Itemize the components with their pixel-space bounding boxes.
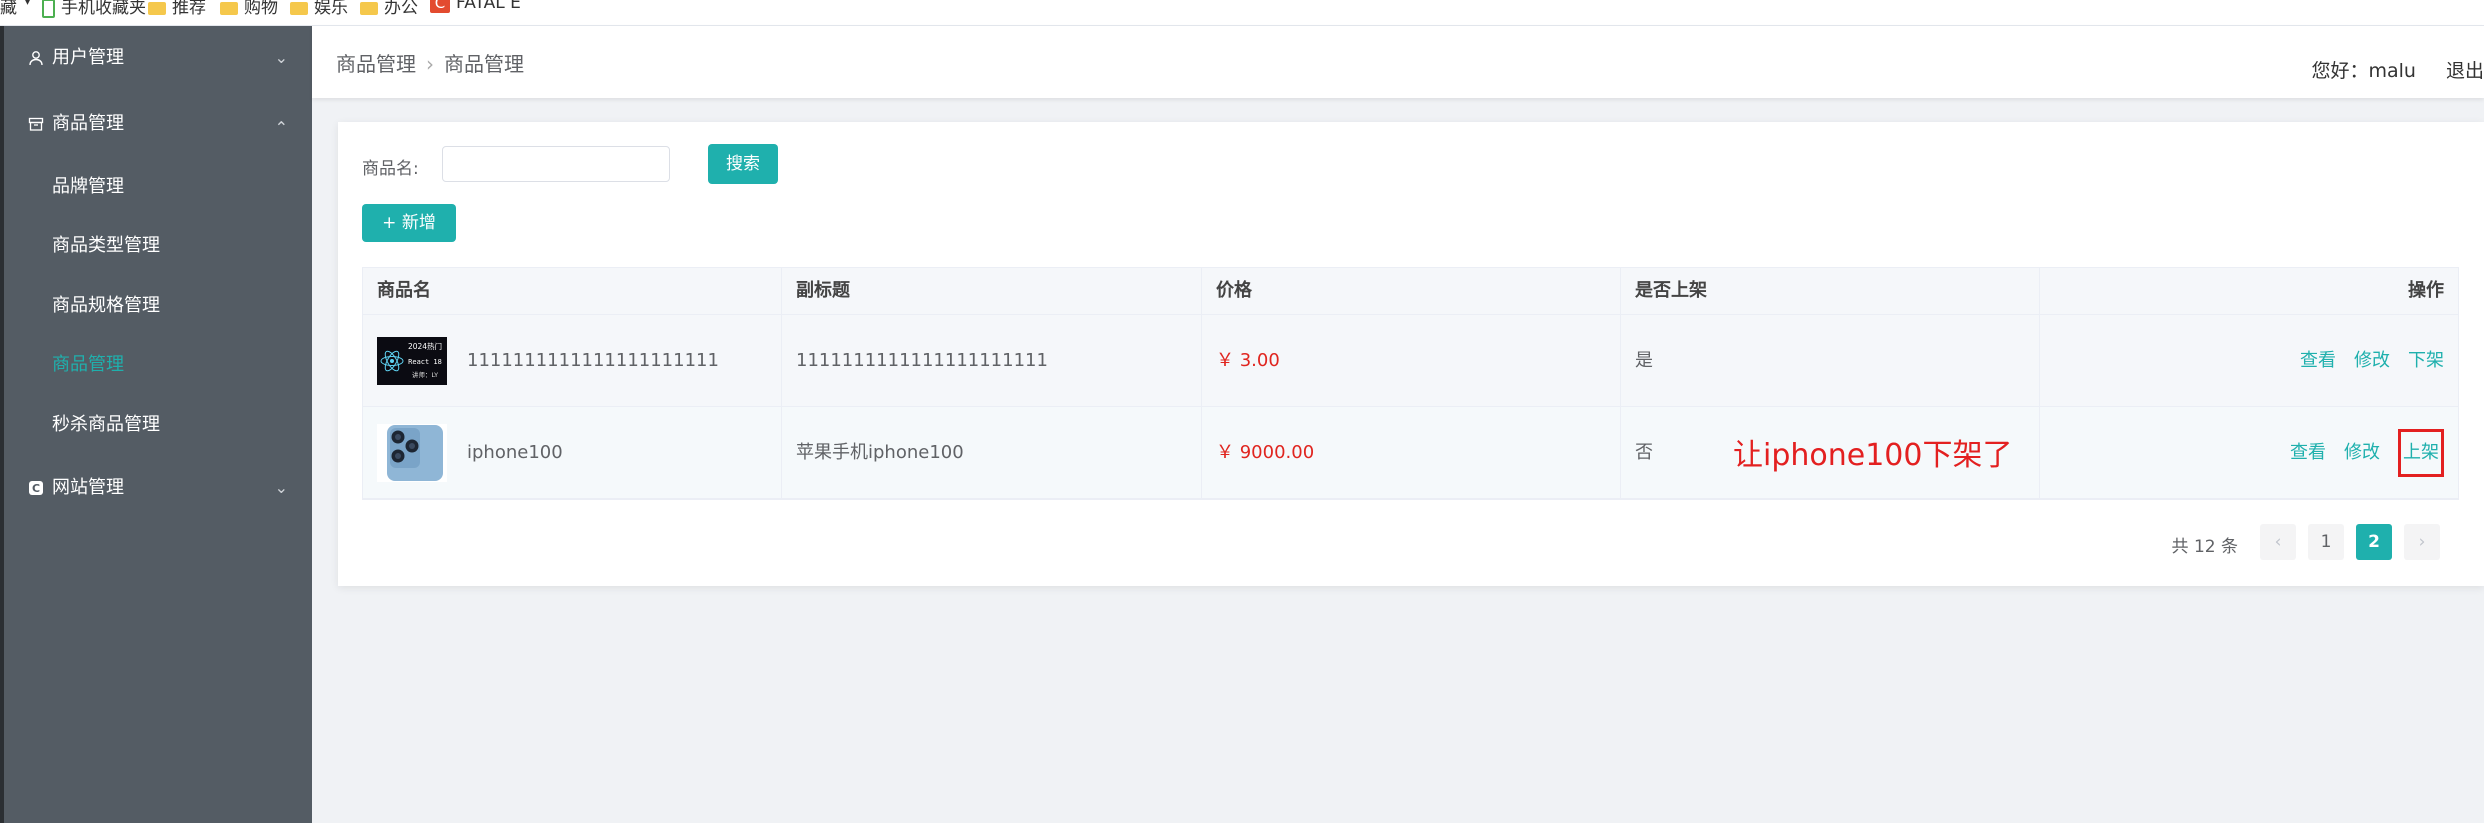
cell-price: ￥ 3.00 xyxy=(1202,315,1621,406)
view-link[interactable]: 查看 xyxy=(2290,442,2326,463)
cell-name: 2024热门 React 18 讲师：LY 111111111111111111… xyxy=(363,315,782,406)
bookmark-recommend[interactable]: 推荐 xyxy=(148,0,206,18)
menu-goods-management[interactable]: 商品管理 ⌃ xyxy=(4,96,312,152)
breadcrumb: 商品管理 › 商品管理 xyxy=(336,48,524,77)
column-header: 副标题 xyxy=(782,268,1202,314)
goods-table: 商品名 副标题 价格 是否上架 操作 2024热门 React 18 讲师：LY… xyxy=(362,267,2459,500)
website-icon: C xyxy=(29,481,43,495)
product-thumbnail: 2024热门 React 18 讲师：LY xyxy=(377,337,447,385)
box-icon xyxy=(28,117,44,131)
table-row: 2024热门 React 18 讲师：LY 111111111111111111… xyxy=(363,315,2458,407)
folder-icon xyxy=(220,1,238,15)
annotation-text: 让iphone100下架了 xyxy=(1733,438,2013,473)
view-link[interactable]: 查看 xyxy=(2300,350,2336,371)
add-button[interactable]: + 新增 xyxy=(362,204,456,242)
page-button-current[interactable]: 2 xyxy=(2356,524,2392,560)
page-button[interactable]: 1 xyxy=(2308,524,2344,560)
search-label: 商品名: xyxy=(362,159,419,179)
bookmarks-bar: 藏 ▾ 手机收藏夹 推荐 购物 娱乐 办公 C FATAL E xyxy=(0,0,2484,26)
sidebar-item-goods[interactable]: 商品管理 xyxy=(4,337,312,393)
breadcrumb-item[interactable]: 商品管理 xyxy=(336,52,416,76)
table-header: 商品名 副标题 价格 是否上架 操作 xyxy=(363,268,2458,315)
svg-text:2024热门: 2024热门 xyxy=(408,341,442,351)
bookmark-office[interactable]: 办公 xyxy=(360,0,418,18)
toggle-sale-link[interactable]: 上架 xyxy=(2398,429,2444,477)
folder-icon xyxy=(360,1,378,15)
edit-link[interactable]: 修改 xyxy=(2344,442,2380,463)
breadcrumb-item: 商品管理 xyxy=(444,52,524,76)
prev-page-button[interactable]: ‹ xyxy=(2260,524,2296,560)
column-header: 价格 xyxy=(1202,268,1621,314)
search-button[interactable]: 搜索 xyxy=(708,144,778,184)
menu-label: 网站管理 xyxy=(52,477,124,498)
menu-user-management[interactable]: 用户管理 ⌄ xyxy=(4,30,312,86)
bookmark-mobile[interactable]: 手机收藏夹 xyxy=(42,0,146,18)
cell-name: iphone100 xyxy=(363,407,782,498)
product-name: 1111111111111111111111 xyxy=(467,350,719,371)
bookmark-site[interactable]: C FATAL E xyxy=(430,0,521,13)
sidebar-item-goods-spec[interactable]: 商品规格管理 xyxy=(4,278,312,334)
cell-actions: 查看 修改 上架 xyxy=(2272,407,2444,498)
chevron-down-icon: ⌄ xyxy=(274,478,288,497)
folder-icon xyxy=(148,1,166,15)
bookmark-overflow[interactable]: 藏 xyxy=(0,0,17,18)
cell-price: ￥ 9000.00 xyxy=(1202,407,1621,498)
sidebar-item-seckill[interactable]: 秒杀商品管理 xyxy=(4,397,312,453)
search-input[interactable] xyxy=(442,146,670,182)
toggle-sale-link[interactable]: 下架 xyxy=(2408,350,2444,371)
menu-website-management[interactable]: C 网站管理 ⌄ xyxy=(4,460,312,516)
pagination: 共 12 条 ‹ 1 2 › xyxy=(2158,524,2458,560)
edit-link[interactable]: 修改 xyxy=(2354,350,2390,371)
pagination-total: 共 12 条 xyxy=(2171,537,2238,557)
sidebar-item-goods-type[interactable]: 商品类型管理 xyxy=(4,218,312,274)
svg-text:讲师：LY: 讲师：LY xyxy=(412,370,438,379)
next-page-button[interactable]: › xyxy=(2404,524,2440,560)
logout-link[interactable]: 退出 xyxy=(2446,60,2484,82)
breadcrumb-separator-icon: › xyxy=(426,52,434,76)
column-header: 操作 xyxy=(2408,280,2444,301)
menu-label: 商品管理 xyxy=(52,113,124,134)
product-name: iphone100 xyxy=(467,442,563,463)
greeting: 您好：malu xyxy=(2311,60,2416,82)
bookmark-shopping[interactable]: 购物 xyxy=(220,0,278,18)
product-thumbnail xyxy=(377,424,447,482)
table-row: iphone100 苹果手机iphone100 ￥ 9000.00 否 查看 修改… xyxy=(363,407,2458,499)
user-area: 您好：malu 退出 xyxy=(2311,56,2484,83)
sidebar: 用户管理 ⌄ 商品管理 ⌃ 品牌管理 商品类型管理 商品规格管理 商品管理 秒杀… xyxy=(0,26,312,823)
menu-label: 用户管理 xyxy=(52,47,124,68)
cell-subtitle: 苹果手机iphone100 xyxy=(782,407,1202,498)
cell-on-sale: 是 xyxy=(1621,315,2040,406)
cell-actions: 查看 修改 下架 xyxy=(2282,315,2444,406)
column-header: 是否上架 xyxy=(1621,268,2040,314)
svg-text:C: C xyxy=(32,482,40,495)
chevron-down-icon: ⌄ xyxy=(274,48,288,67)
svg-text:React 18: React 18 xyxy=(408,358,442,366)
phone-icon xyxy=(42,0,55,18)
chevron-up-icon: ⌃ xyxy=(274,118,288,137)
top-header: 商品管理 › 商品管理 您好：malu 退出 xyxy=(312,26,2484,98)
column-header: 商品名 xyxy=(363,268,782,314)
chevron-down-icon[interactable]: ▾ xyxy=(24,0,31,9)
goods-card: 商品名: 搜索 + 新增 商品名 副标题 价格 是否上架 操作 2024热门 R… xyxy=(338,122,2484,586)
cell-subtitle: 1111111111111111111111 xyxy=(782,315,1202,406)
site-logo-icon: C xyxy=(430,0,450,13)
bookmark-entertainment[interactable]: 娱乐 xyxy=(290,0,348,18)
folder-icon xyxy=(290,1,308,15)
user-icon xyxy=(29,51,43,66)
sidebar-item-brand[interactable]: 品牌管理 xyxy=(4,159,312,215)
